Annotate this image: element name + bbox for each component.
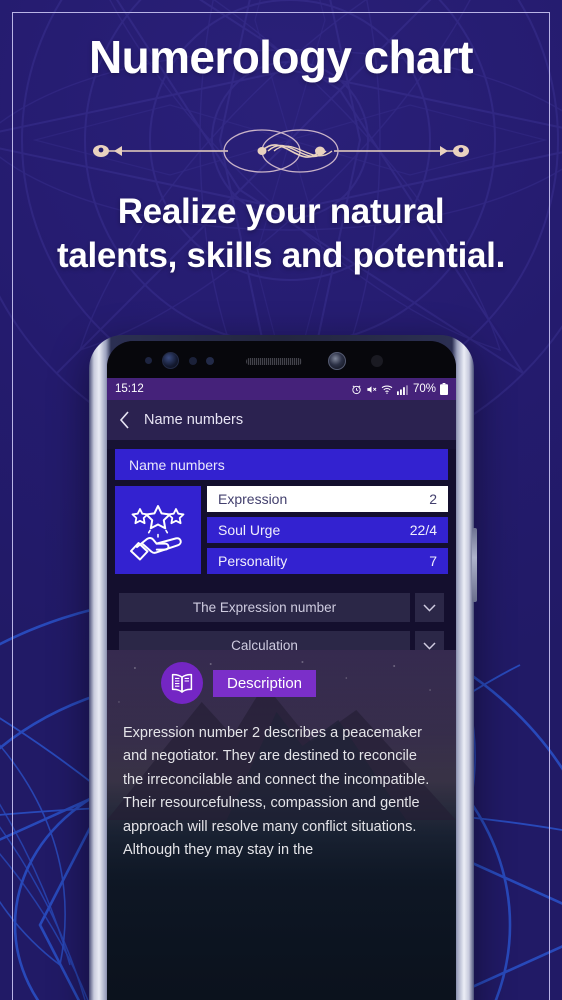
- expander-label: The Expression number: [119, 593, 410, 622]
- flash-sensor-icon: [371, 355, 383, 367]
- iris-sensor-icon: [206, 357, 214, 365]
- section-title: Name numbers: [129, 456, 225, 473]
- app-bar: Name numbers: [107, 400, 456, 440]
- number-value: 22/4: [409, 522, 437, 538]
- earpiece-speaker-icon: [246, 358, 302, 365]
- cellular-signal-icon: [396, 384, 408, 395]
- battery-percentage: 70%: [412, 383, 436, 395]
- name-numbers-panel: Expression 2 Soul Urge 22/4 Personality …: [115, 486, 448, 574]
- chevron-down-icon: [423, 603, 436, 612]
- back-chevron-icon[interactable]: [119, 411, 130, 429]
- number-value: 2: [429, 491, 437, 507]
- app-content: Name numbers Expression 2 Soul Urge 22/4…: [107, 449, 456, 1000]
- expander-expression-number[interactable]: The Expression number: [119, 593, 444, 622]
- description-pill[interactable]: Description: [213, 669, 317, 697]
- number-label: Expression: [218, 491, 288, 507]
- hand-with-stars-icon: [130, 505, 185, 561]
- proximity-sensor-icon: [145, 357, 152, 364]
- number-row-soul-urge[interactable]: Soul Urge 22/4: [207, 517, 448, 543]
- name-numbers-icon-tile: [115, 486, 201, 574]
- number-value: 7: [429, 553, 437, 569]
- page-title: Numerology chart: [88, 31, 474, 83]
- description-body-text: Expression number 2 describes a peacemak…: [123, 725, 430, 859]
- phone-mockup: 15:12 70% Name numbers Name numbers Expr…: [89, 335, 477, 1000]
- number-row-expression[interactable]: Expression 2: [207, 486, 448, 512]
- numbers-list: Expression 2 Soul Urge 22/4 Personality …: [207, 486, 448, 574]
- number-label: Soul Urge: [218, 522, 281, 538]
- promo-banner: Numerology chart Realize your natural ta…: [0, 0, 562, 1000]
- status-icons: 70%: [351, 383, 448, 395]
- page-subtitle: Realize your natural talents, skills and…: [0, 190, 562, 278]
- subtitle-line-1: Realize your natural: [117, 192, 445, 231]
- number-row-personality[interactable]: Personality 7: [207, 548, 448, 574]
- wifi-icon: [381, 385, 393, 394]
- status-time: 15:12: [115, 383, 144, 395]
- app-bar-title: Name numbers: [144, 412, 244, 428]
- phone-top-bezel: [107, 341, 456, 378]
- mute-icon: [367, 385, 377, 393]
- expander-toggle[interactable]: [415, 593, 444, 622]
- subtitle-line-2: talents, skills and potential.: [56, 236, 506, 276]
- phone-screen: 15:12 70% Name numbers Name numbers Expr…: [107, 341, 456, 1000]
- light-sensor-icon: [189, 357, 197, 365]
- power-button[interactable]: [472, 528, 477, 602]
- secondary-camera-icon: [328, 352, 346, 370]
- description-header: Description: [107, 650, 456, 704]
- section-title-bar: Name numbers: [115, 449, 448, 480]
- ornamental-divider: [0, 120, 562, 182]
- front-camera-icon: [162, 352, 179, 369]
- open-book-icon: [171, 673, 193, 693]
- battery-icon: [440, 383, 448, 395]
- description-badge: [161, 662, 203, 704]
- status-bar: 15:12 70%: [107, 378, 456, 400]
- chevron-down-icon: [423, 641, 436, 650]
- number-label: Personality: [218, 553, 288, 569]
- description-section: Description Expression number 2 describe…: [107, 650, 456, 1000]
- alarm-icon: [352, 384, 361, 394]
